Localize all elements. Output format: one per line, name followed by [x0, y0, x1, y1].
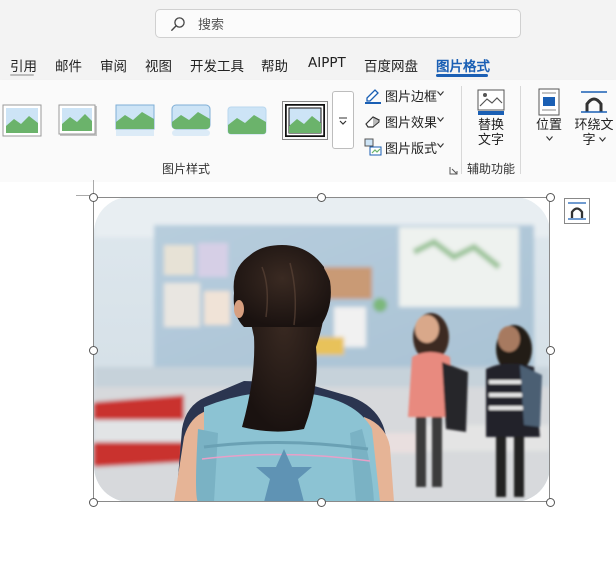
chevron-down-icon [437, 91, 444, 96]
pen-border-icon [365, 89, 381, 104]
chevron-down-more-icon [339, 117, 347, 125]
position-label: 位置 [535, 118, 562, 133]
alt-text-icon [477, 89, 505, 115]
resize-handle-bottom-left[interactable] [89, 498, 98, 507]
chevron-down-icon [437, 143, 444, 148]
group-separator [461, 86, 462, 174]
tab-help[interactable]: 帮助 [261, 55, 288, 75]
wrap-layout-icon [568, 202, 586, 220]
resize-handle-top[interactable] [317, 193, 326, 202]
alt-text-label-line2: 文字 [477, 133, 504, 148]
resize-handle-bottom-right[interactable] [546, 498, 555, 507]
resize-handle-bottom[interactable] [317, 498, 326, 507]
wrap-text-label-line2: 字 [582, 133, 596, 148]
picture-style-soft-edge[interactable] [227, 104, 267, 137]
tab-references[interactable]: 引用 [10, 55, 37, 75]
resize-handle-top-right[interactable] [546, 193, 555, 202]
selected-picture[interactable] [94, 197, 550, 502]
alt-text-label-line1: 替换 [477, 118, 504, 133]
tab-mailings[interactable]: 邮件 [55, 55, 82, 75]
search-icon [171, 17, 185, 31]
accessibility-group-label: 辅助功能 [467, 162, 516, 176]
wrap-text-label-line1: 环绕文 [574, 118, 614, 133]
dialog-launcher-icon[interactable] [449, 166, 458, 175]
tab-aippt[interactable]: AIPPT [308, 55, 346, 71]
picture-style-thick-black-border[interactable] [282, 101, 328, 140]
ribbon-panel: 图片样式 图片边框 图片效果 图片版式 替换 文字 辅助功能 位置 环绕文 字 [0, 80, 616, 183]
tab-picture-format[interactable]: 图片格式 [436, 55, 490, 75]
picture-layout-label: 图片版式 [385, 142, 438, 157]
tab-view[interactable]: 视图 [145, 55, 172, 75]
picture-layout-icon [364, 138, 382, 156]
chevron-down-icon [437, 117, 444, 122]
picture-style-reflected-rounded[interactable] [171, 104, 211, 137]
wrap-text-icon [581, 91, 607, 113]
layout-options-button[interactable] [564, 198, 590, 224]
wrap-text-label-line2-row: 字 [572, 133, 616, 148]
resize-handle-left[interactable] [89, 346, 98, 355]
resize-handle-top-left[interactable] [89, 193, 98, 202]
chevron-down-icon [545, 136, 553, 141]
chevron-down-icon [598, 137, 606, 142]
picture-effects-label: 图片效果 [385, 116, 438, 131]
search-input[interactable] [196, 14, 500, 36]
picture-style-reflected-bevel[interactable] [115, 104, 155, 137]
classroom-photo [94, 197, 550, 502]
picture-style-soft-shadow[interactable] [58, 104, 98, 137]
alt-text-button[interactable]: 替换 文字 [470, 88, 512, 148]
picture-border-label: 图片边框 [385, 90, 438, 105]
group-separator [520, 86, 521, 174]
tab-developer[interactable]: 开发工具 [190, 55, 244, 75]
search-box[interactable] [155, 9, 521, 38]
active-tab-indicator [436, 74, 488, 77]
tab-baidu-netdisk[interactable]: 百度网盘 [364, 55, 418, 75]
position-button[interactable]: 位置 [533, 88, 565, 141]
resize-handle-right[interactable] [546, 346, 555, 355]
position-icon [538, 88, 560, 116]
title-bar [0, 0, 616, 48]
tab-review[interactable]: 审阅 [100, 55, 127, 75]
wrap-text-button[interactable]: 环绕文 字 [572, 88, 616, 148]
styles-gallery-more-button[interactable] [332, 91, 354, 149]
ribbon-tabs: 引用 邮件 审阅 视图 开发工具 帮助 AIPPT 百度网盘 图片格式 [0, 48, 616, 80]
tab-hover-indicator [10, 74, 34, 76]
picture-styles-group-label: 图片样式 [162, 162, 211, 176]
picture-style-simple-frame[interactable] [2, 104, 42, 137]
effects-eraser-icon [365, 116, 380, 128]
